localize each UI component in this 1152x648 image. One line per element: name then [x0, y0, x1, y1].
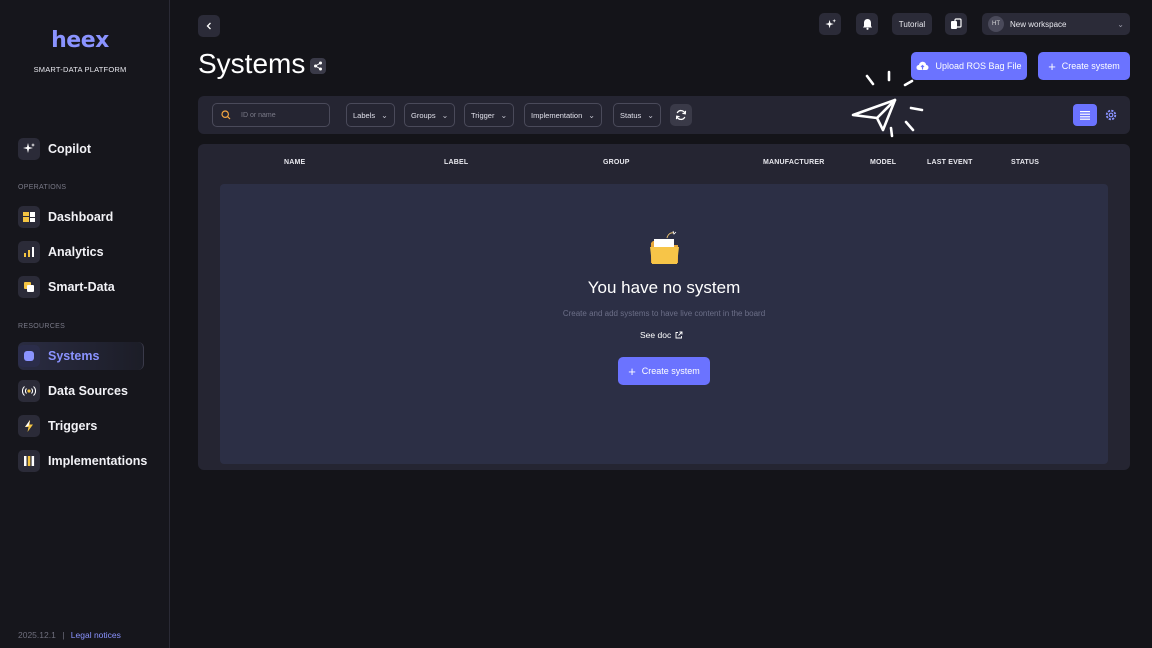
see-doc-label: See doc — [640, 330, 672, 340]
empty-create-system-button[interactable]: + Create system — [618, 357, 710, 385]
column-header-name[interactable]: NAME — [284, 159, 305, 166]
filter-label: Status — [620, 110, 642, 120]
back-button[interactable] — [198, 15, 220, 37]
filter-labels[interactable]: Labels ⌄ — [346, 103, 395, 127]
page-title: Systems — [198, 48, 306, 79]
refresh-button[interactable] — [670, 104, 692, 126]
search-icon — [221, 110, 231, 120]
sidebar-item-label: Smart-Data — [48, 280, 115, 294]
app-root: heex SMART-DATA PLATFORM Copilot OPERATI… — [0, 0, 1152, 648]
sparkles-icon — [18, 138, 40, 160]
sidebar-footer: 2025.12.1 | Legal notices — [18, 630, 121, 640]
chevron-down-icon: ⌄ — [647, 110, 654, 120]
sidebar-item-analytics[interactable]: Analytics — [18, 239, 104, 265]
chevron-down-icon: ⌄ — [1117, 19, 1124, 29]
chevron-down-icon: ⌄ — [500, 110, 508, 120]
plus-icon: + — [1048, 58, 1056, 74]
empty-state-title: You have no system — [587, 278, 741, 297]
smart-data-icon — [18, 276, 40, 298]
sidebar-item-smart-data[interactable]: Smart-Data — [18, 274, 115, 300]
section-operations: OPERATIONS — [18, 184, 67, 191]
implementations-icon — [18, 450, 40, 472]
sidebar-item-label: Systems — [48, 349, 100, 363]
share-button[interactable] — [310, 58, 326, 74]
sparkles-icon — [824, 18, 836, 28]
refresh-icon — [675, 109, 687, 121]
column-header-last-event[interactable]: LAST EVENT — [927, 159, 973, 166]
dashboard-icon — [18, 206, 40, 228]
upload-button-label: Upload ROS Bag File — [935, 61, 1022, 71]
documents-icon — [951, 18, 962, 29]
workspace-name: New workspace — [1010, 19, 1067, 29]
share-icon — [314, 61, 322, 71]
filter-status[interactable]: Status ⌄ — [613, 103, 661, 127]
see-doc-link[interactable]: See doc — [640, 330, 683, 340]
bell-icon — [862, 19, 872, 30]
brand-logo[interactable]: heex — [0, 28, 160, 53]
filter-label: Trigger — [471, 110, 495, 120]
filter-implementation[interactable]: Implementation ⌄ — [524, 103, 602, 127]
lightning-icon — [18, 415, 40, 437]
sidebar-item-implementations[interactable]: Implementations — [18, 448, 147, 474]
create-button-label: Create system — [1061, 61, 1120, 71]
list-view-toggle[interactable] — [1073, 104, 1097, 126]
create-system-button[interactable]: + Create system — [1038, 52, 1130, 80]
brand-tagline: SMART-DATA PLATFORM — [33, 65, 127, 74]
chevron-down-icon: ⌄ — [588, 110, 595, 120]
sidebar-item-label: Dashboard — [48, 210, 114, 224]
systems-icon — [18, 345, 40, 367]
sidebar-item-triggers[interactable]: Triggers — [18, 413, 97, 439]
column-header-status[interactable]: STATUS — [1011, 159, 1039, 166]
sidebar-item-label: Triggers — [48, 419, 98, 433]
sidebar-item-data-sources[interactable]: Data Sources — [18, 378, 128, 404]
sidebar-item-label: Implementations — [48, 454, 148, 468]
analytics-icon — [18, 241, 40, 263]
section-resources: RESOURCES — [18, 323, 66, 330]
systems-table: NAME LABEL GROUP MANUFACTURER MODEL LAST… — [198, 144, 1130, 470]
search-input[interactable]: ID or name — [212, 103, 330, 127]
column-header-manufacturer[interactable]: MANUFACTURER — [763, 159, 825, 166]
search-placeholder: ID or name — [241, 111, 276, 119]
notifications-button[interactable] — [856, 13, 878, 35]
external-link-icon — [675, 331, 683, 339]
chevron-down-icon: ⌄ — [441, 110, 449, 120]
copilot-header-button[interactable] — [819, 13, 841, 35]
legal-notices-link[interactable]: Legal notices — [71, 630, 121, 640]
chevron-left-icon — [206, 22, 211, 30]
gear-icon — [1105, 109, 1117, 121]
list-icon — [1080, 111, 1090, 120]
tutorial-button[interactable]: Tutorial — [892, 13, 932, 35]
data-sources-icon — [18, 380, 40, 402]
sidebar-item-label: Analytics — [48, 245, 104, 259]
sidebar-item-systems[interactable]: Systems — [18, 343, 99, 369]
table-settings-button[interactable] — [1100, 104, 1122, 126]
filter-bar: ID or name Labels ⌄ Groups ⌄ Trigger ⌄ Impl… — [198, 96, 1130, 134]
folder-icon — [650, 230, 679, 264]
empty-state-subtitle: Create and add systems to have live cont… — [562, 309, 766, 318]
create-button-label: Create system — [641, 366, 700, 376]
sidebar-item-label: Copilot — [48, 142, 92, 156]
empty-state: You have no system Create and add system… — [220, 184, 1108, 464]
workspace-avatar: HT — [988, 16, 1004, 32]
sidebar-item-dashboard[interactable]: Dashboard — [18, 204, 113, 230]
workspace-selector[interactable]: HT New workspace ⌄ — [982, 13, 1130, 35]
plus-icon: + — [628, 363, 636, 379]
paper-plane-icon — [851, 70, 924, 138]
filter-groups[interactable]: Groups ⌄ — [404, 103, 456, 127]
filter-label: Implementation — [531, 110, 583, 120]
filter-label: Labels — [353, 110, 376, 120]
filter-trigger[interactable]: Trigger ⌄ — [464, 103, 515, 127]
column-header-model[interactable]: MODEL — [870, 159, 896, 166]
documentation-button[interactable] — [945, 13, 967, 35]
sidebar-item-copilot[interactable]: Copilot — [18, 136, 91, 162]
chevron-down-icon: ⌄ — [381, 110, 388, 120]
column-header-label[interactable]: LABEL — [444, 159, 468, 166]
column-header-group[interactable]: GROUP — [603, 159, 630, 166]
filter-label: Groups — [411, 110, 436, 120]
footer-separator: | — [62, 630, 65, 640]
version-label: 2025.12.1 — [18, 630, 56, 640]
sidebar-item-label: Data Sources — [48, 384, 128, 398]
sidebar: heex SMART-DATA PLATFORM Copilot OPERATI… — [0, 0, 170, 648]
